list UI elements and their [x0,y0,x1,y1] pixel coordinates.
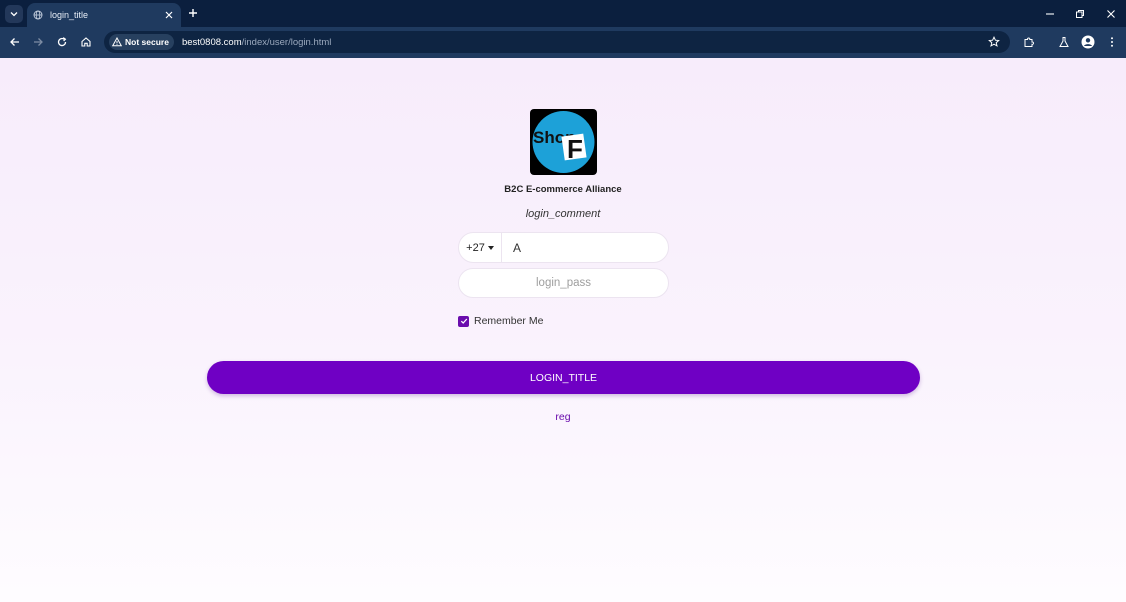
restore-icon [1076,10,1084,18]
star-icon [988,36,1000,47]
phone-input[interactable] [502,233,668,262]
browser-tab[interactable]: login_title [27,3,181,27]
remember-me[interactable]: Remember Me [458,315,543,327]
shop-logo: Shop F [530,109,597,175]
close-icon [1107,10,1115,18]
login-page: Shop F B2C E-commerce Alliance login_com… [0,58,1126,602]
country-code-select[interactable]: +27 [459,233,502,262]
home-icon [81,37,91,47]
restore-button[interactable] [1073,7,1087,21]
chevron-down-icon [10,12,18,17]
bookmark-button[interactable] [986,34,1002,50]
arrow-left-icon [10,38,19,46]
caret-down-icon [487,245,494,250]
minimize-button[interactable] [1043,7,1057,21]
remember-label: Remember Me [474,315,544,327]
url-text: best0808.com/index/user/login.html [182,37,331,48]
reload-icon [57,37,67,47]
avatar-icon [1081,35,1095,49]
tab-search-button[interactable] [5,5,23,23]
checkmark-icon [460,318,467,324]
globe-icon [33,10,43,20]
login-button[interactable]: LOGIN_TITLE [207,361,920,394]
url-host: best0808.com [181,36,242,48]
phone-field: +27 [458,232,669,263]
password-field [458,268,669,298]
puzzle-icon [1024,37,1034,47]
browser-tab-bar: login_title [0,0,1126,27]
new-tab-button[interactable] [186,6,200,20]
close-window-button[interactable] [1104,7,1118,21]
login-comment: login_comment [525,208,601,220]
country-code-value: +27 [466,241,485,254]
warning-icon [112,37,122,47]
security-label: Not secure [125,37,169,47]
home-button[interactable] [78,34,94,50]
kebab-menu-icon [1111,37,1113,47]
remember-checkbox[interactable] [458,315,469,327]
back-button[interactable] [7,34,23,50]
register-link[interactable]: reg [0,411,1126,423]
minimize-icon [1046,13,1054,15]
profile-button[interactable] [1080,34,1096,50]
close-icon [165,11,173,19]
browser-toolbar: Not secure best0808.com/index/user/login… [0,27,1126,58]
address-bar[interactable]: Not secure best0808.com/index/user/login… [104,31,1010,53]
security-indicator[interactable]: Not secure [109,34,174,50]
password-input[interactable] [459,269,668,297]
plus-icon [189,9,197,17]
tab-title: login_title [50,10,89,20]
menu-button[interactable] [1104,34,1120,50]
url-path: /index/user/login.html [241,36,332,48]
logo-letter: F [567,134,583,164]
reload-button[interactable] [54,34,70,50]
forward-button[interactable] [30,34,46,50]
arrow-right-icon [34,38,43,46]
labs-button[interactable] [1056,34,1072,50]
brand-name: B2C E-commerce Alliance [504,184,622,195]
tab-close-button[interactable] [163,9,175,21]
flask-icon [1059,37,1069,47]
extensions-button[interactable] [1021,34,1037,50]
